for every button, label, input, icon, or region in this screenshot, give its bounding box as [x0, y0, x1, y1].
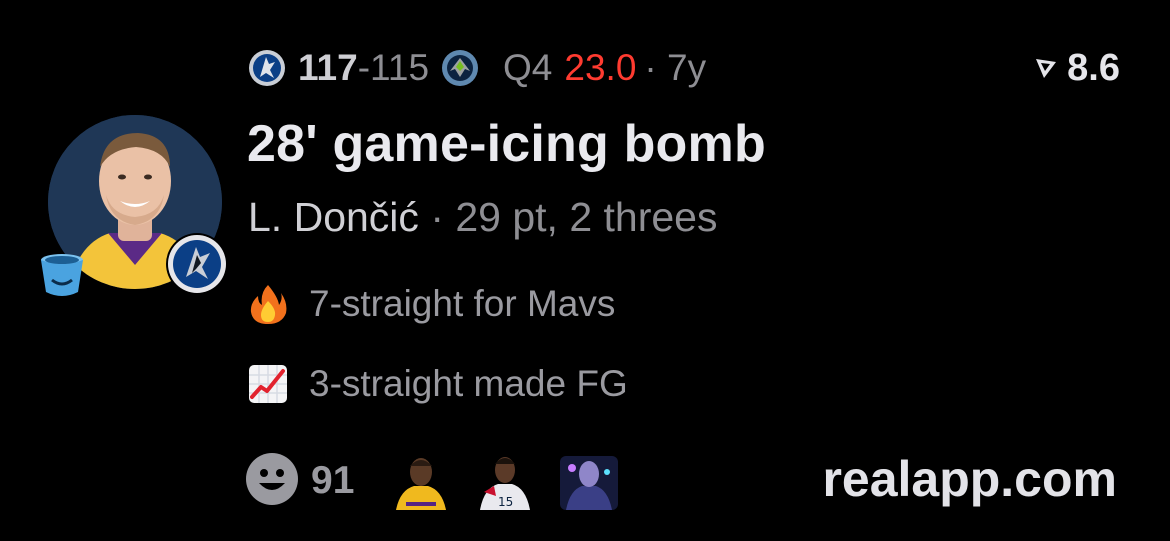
separator-dot: ·: [418, 194, 456, 240]
post-age: · 7y: [644, 47, 707, 88]
real-rating-icon: [1036, 59, 1057, 78]
away-score: 115: [370, 47, 430, 88]
chart-increasing-icon: [245, 363, 291, 405]
smiley-icon[interactable]: [245, 452, 299, 511]
game-clock: 23.0: [564, 47, 637, 88]
play-headline[interactable]: 28' game-icing bomb: [247, 114, 766, 174]
score-separator: -: [357, 47, 371, 88]
game-quarter: Q4: [503, 47, 553, 88]
brand-link[interactable]: realapp.com: [822, 450, 1117, 508]
bucket-emoji-icon: [36, 250, 88, 300]
rating-value: 8.6: [1067, 46, 1120, 89]
fire-icon: [245, 283, 291, 325]
timberwolves-logo-icon: [441, 49, 479, 87]
reactor-avatar[interactable]: [392, 452, 450, 510]
svg-text:15: 15: [498, 495, 513, 509]
fact-row-fg: 3-straight made FG: [245, 359, 628, 409]
play-rating[interactable]: 8.6: [1035, 44, 1120, 92]
reactions-bar[interactable]: 91 15: [245, 450, 619, 512]
fact-text: 7-straight for Mavs: [309, 283, 616, 324]
fact-row-streak: 7-straight for Mavs: [245, 279, 615, 329]
home-score: 117: [298, 47, 358, 88]
reactor-avatar[interactable]: [560, 452, 619, 510]
player-name[interactable]: L. Dončić: [248, 194, 419, 240]
reaction-count: 91: [311, 459, 355, 502]
player-line[interactable]: L. Dončić · 29 pt, 2 threes: [248, 194, 717, 241]
score-line[interactable]: 117-115 Q4 23.0 · 7y: [248, 40, 706, 96]
player-stats: 29 pt, 2 threes: [455, 194, 718, 240]
reactor-avatar[interactable]: 15: [476, 452, 534, 510]
mavericks-team-badge: [166, 233, 228, 295]
fact-text: 3-straight made FG: [309, 363, 628, 404]
mavericks-logo-icon: [248, 49, 286, 87]
